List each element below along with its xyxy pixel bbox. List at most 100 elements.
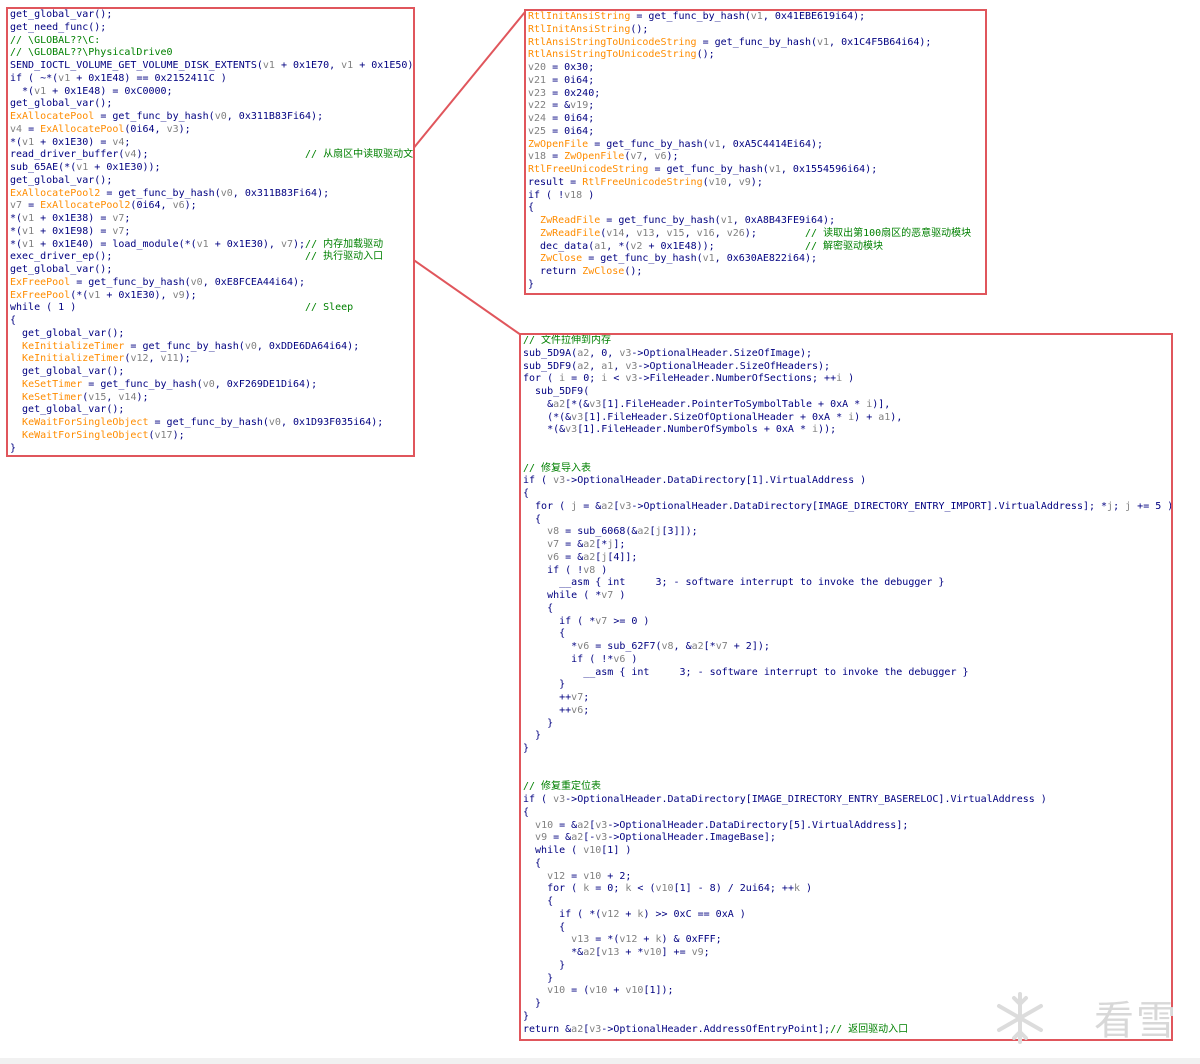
code-line: v18 = ZwOpenFile(v7, v6);	[528, 151, 679, 163]
code-line: result = RtlFreeUnicodeString(v10, v9);	[528, 176, 763, 188]
code-line: RtlFreeUnicodeString = get_func_by_hash(…	[528, 164, 878, 175]
code-block: // 文件拉伸到内存 sub_5D9A(a2, 0, v3->OptionalHe…	[523, 335, 1173, 1036]
code-line: }	[523, 998, 542, 1009]
code-line: ZwClose = get_func_by_hash(v1, 0x630AE82…	[540, 253, 818, 265]
code-line: v10 = &a2[v3->OptionalHeader.DataDirecto…	[535, 819, 909, 831]
code-line: *(v1 + 0x1E48) = 0xC0000;	[10, 85, 173, 97]
code-block: get_global_var(); get_need_func(); // \GLO…	[10, 9, 415, 455]
code-line: SEND_IOCTL_VOLUME_GET_VOLUME_DISK_EXTENT…	[10, 60, 415, 71]
code-line: // 修复导入表	[523, 462, 592, 474]
code-line: dec_data(a1, *(v2 + 0x1E48)); // 解密驱动模块	[528, 240, 884, 252]
code-line: *&a2[v13 + *v10] += v9;	[523, 947, 710, 958]
code-line: KeInitializeTimer = get_func_by_hash(v0,…	[22, 340, 360, 352]
code-line: ZwReadFile = get_func_by_hash(v1, 0xA8B4…	[540, 215, 836, 226]
code-line: sub_5DF9(a2, a1, v3->OptionalHeader.Size…	[523, 360, 831, 372]
code-line: {	[523, 896, 554, 907]
snowflake-logo-icon	[997, 992, 1043, 1044]
code-line: RtlInitAnsiString = get_func_by_hash(v1,…	[528, 11, 866, 22]
watermark-text: 看雪	[1094, 998, 1178, 1044]
code-line: if ( *(v12 + k) >> 0xC == 0xA )	[523, 908, 746, 920]
code-line: ++v7;	[523, 692, 590, 703]
code-line: ExFreePool = get_func_by_hash(v0, 0xE8FC…	[10, 276, 306, 288]
code-line: if ( v3->OptionalHeader.DataDirectory[IM…	[523, 794, 1047, 805]
code-line: RtlInitAnsiString();	[528, 23, 649, 35]
code-line: v23 = 0x240;	[528, 87, 601, 99]
code-line: (*(&v3[1].FileHeader.SizeOfOptionalHeade…	[523, 411, 903, 423]
code-line: {	[10, 315, 17, 326]
code-line: get_global_var();	[10, 174, 113, 186]
code-line: v12 = v10 + 2;	[547, 870, 632, 882]
code-line: sub_5DF9(	[523, 386, 590, 397]
code-line: }	[523, 959, 566, 971]
code-line: for ( k = 0; k < (v10[1] - 8) / 2ui64; +…	[523, 883, 813, 895]
code-line: sub_5D9A(a2, 0, v3->OptionalHeader.SizeO…	[523, 347, 813, 359]
code-line: __asm { int 3; - software interrupt to i…	[523, 666, 969, 678]
code-line: v6 = &a2[j[4]];	[547, 551, 638, 563]
code-line: RtlAnsiStringToUnicodeString = get_func_…	[528, 36, 932, 48]
connector-read-driver	[411, 11, 526, 151]
code-line: KeSetTimer(v15, v14);	[22, 391, 149, 403]
code-line: for ( j = &a2[v3->OptionalHeader.DataDir…	[523, 500, 1173, 512]
code-line: *(&v3[1].FileHeader.NumberOfSymbols + 0x…	[523, 424, 837, 436]
code-line: {	[523, 488, 530, 499]
code-line: v7 = &a2[*j];	[547, 539, 626, 550]
code-line: if ( !v8 )	[523, 564, 608, 576]
code-line: v9 = &a2[-v3->OptionalHeader.ImageBase];	[535, 832, 776, 844]
code-line: *(v1 + 0x1E98) = v7;	[10, 225, 131, 237]
code-line: __asm { int 3; - software interrupt to i…	[523, 577, 945, 589]
code-line: KeSetTimer = get_func_by_hash(v0, 0xF269…	[22, 378, 318, 390]
code-line: *(v1 + 0x1E40) = load_module(*(v1 + 0x1E…	[10, 238, 384, 250]
code-line: {	[523, 602, 554, 614]
code-line: get_global_var();	[10, 98, 113, 110]
code-line: if ( !*v6 )	[523, 653, 638, 665]
code-line: return &a2[v3->OptionalHeader.AddressOfE…	[523, 1023, 909, 1035]
code-line: v22 = &v19;	[528, 100, 595, 112]
code-line: ExFreePool(*(v1 + 0x1E30), v9);	[10, 289, 197, 301]
code-line: while ( 1 ) // Sleep	[10, 302, 354, 314]
code-line: }	[523, 1010, 530, 1022]
code-line: KeWaitForSingleObject = get_func_by_hash…	[22, 417, 384, 428]
code-line: v24 = 0i64;	[528, 113, 595, 124]
code-line: &a2[*(&v3[1].FileHeader.PointerToSymbolT…	[523, 398, 891, 410]
screenshot-frame	[0, 1058, 1200, 1064]
code-line: }	[10, 442, 17, 454]
code-line: }	[523, 972, 554, 984]
code-line: *(v1 + 0x1E38) = v7;	[10, 213, 131, 224]
code-panel-main-routine: get_global_var(); get_need_func(); // \GLO…	[6, 7, 415, 457]
code-line: }	[528, 278, 535, 290]
code-line: {	[523, 921, 566, 933]
code-line: }	[523, 717, 554, 729]
code-line: get_global_var();	[10, 404, 125, 416]
code-line: // 文件拉伸到内存	[523, 335, 612, 346]
code-line: while ( v10[1] )	[523, 845, 632, 856]
code-line: get_need_func();	[10, 21, 107, 33]
code-line: ZwOpenFile = get_func_by_hash(v1, 0xA5C4…	[528, 138, 824, 150]
code-line: read_driver_buffer(v4); // 从扇区中读取驱动文件	[10, 149, 415, 161]
code-line: ExAllocatePool = get_func_by_hash(v0, 0x…	[10, 111, 324, 122]
code-line: get_global_var();	[10, 327, 125, 339]
code-line: KeInitializeTimer(v12, v11);	[22, 353, 191, 365]
code-line: }	[523, 679, 566, 691]
code-line: ZwReadFile(v14, v13, v15, v16, v26); // …	[540, 227, 972, 239]
code-line: if ( *v7 >= 0 )	[523, 615, 650, 627]
code-line: sub_65AE(*(v1 + 0x1E30));	[10, 162, 161, 173]
code-panel-load-module: // 文件拉伸到内存 sub_5D9A(a2, 0, v3->OptionalHe…	[519, 333, 1173, 1041]
code-line: v20 = 0x30;	[528, 62, 595, 73]
code-line: *v6 = sub_62F7(v8, &a2[*v7 + 2]);	[523, 641, 770, 652]
code-line: // \GLOBAL??\PhysicalDrive0	[10, 47, 173, 59]
code-line: {	[523, 513, 542, 525]
code-line: {	[528, 202, 535, 214]
code-line: *(v1 + 0x1E30) = v4;	[10, 136, 131, 148]
code-line: ++v6;	[523, 704, 590, 716]
code-line: v4 = ExAllocatePool(0i64, v3);	[10, 123, 191, 135]
code-line: ExAllocatePool2 = get_func_by_hash(v0, 0…	[10, 187, 330, 199]
code-line: if ( ~*(v1 + 0x1E48) == 0x2152411C )	[10, 72, 227, 84]
code-line: exec_driver_ep(); // 执行驱动入口	[10, 251, 384, 263]
code-line: v7 = ExAllocatePool2(0i64, v6);	[10, 200, 197, 212]
code-line: {	[523, 806, 530, 818]
code-line: return ZwClose();	[528, 266, 643, 277]
code-block: RtlInitAnsiString = get_func_by_hash(v1,…	[528, 11, 971, 292]
